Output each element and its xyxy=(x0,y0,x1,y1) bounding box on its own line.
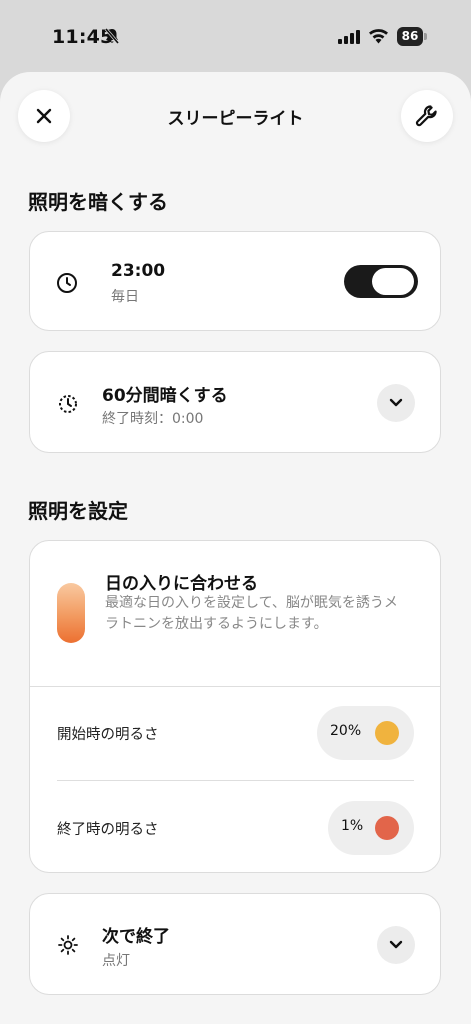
divider xyxy=(30,686,440,687)
battery-level: 86 xyxy=(397,27,423,46)
duration-label: 60分間暗くする xyxy=(102,386,228,406)
end-brightness-label: 終了時の明るさ xyxy=(57,822,159,838)
settings-button[interactable] xyxy=(401,90,453,142)
chevron-down-icon xyxy=(389,398,403,407)
sunset-description: 最適な日の入りを設定して、脳が眠気を誘うメラトニンを放出するようにします。 xyxy=(105,595,398,632)
start-brightness-value: 20% xyxy=(330,723,362,739)
bell-slash-icon xyxy=(104,28,120,44)
light-section-title: 照明を設定 xyxy=(28,499,128,523)
start-brightness-color-dot xyxy=(375,721,399,745)
sleepy-light-sheet: スリーピーライト 照明を暗くする 23:00 毎日 60分間暗くする 終了時刻：… xyxy=(0,72,471,1024)
duration-card[interactable]: 60分間暗くする 終了時刻：0:00 xyxy=(29,351,441,453)
schedule-repeat: 毎日 xyxy=(111,289,139,305)
clock-icon xyxy=(57,273,77,293)
schedule-time: 23:00 xyxy=(111,261,166,281)
status-bar: 11:45 86 xyxy=(0,0,471,72)
end-brightness-picker[interactable]: 1% xyxy=(328,801,414,855)
wifi-icon xyxy=(369,29,388,44)
schedule-card[interactable]: 23:00 毎日 xyxy=(29,231,441,331)
battery-indicator: 86 xyxy=(397,27,428,46)
schedule-toggle[interactable] xyxy=(344,265,418,298)
chevron-down-icon xyxy=(389,940,403,949)
duration-expand-button[interactable] xyxy=(377,384,415,422)
start-brightness-picker[interactable]: 20% xyxy=(317,706,414,760)
wrench-icon xyxy=(415,105,437,127)
timer-icon xyxy=(59,395,77,413)
sunset-title: 日の入りに合わせる xyxy=(105,574,258,594)
end-brightness-value: 1% xyxy=(341,818,364,834)
cellular-signal-icon xyxy=(338,30,360,44)
end-brightness-color-dot xyxy=(375,816,399,840)
next-end-label: 次で終了 xyxy=(102,927,170,947)
divider xyxy=(57,780,414,781)
duration-end-time: 終了時刻：0:00 xyxy=(102,411,204,427)
next-end-expand-button[interactable] xyxy=(377,926,415,964)
start-brightness-label: 開始時の明るさ xyxy=(57,727,159,743)
dim-section-title: 照明を暗くする xyxy=(28,190,168,214)
next-end-value: 点灯 xyxy=(102,953,130,969)
brightness-icon xyxy=(58,935,78,955)
light-settings-card: 日の入りに合わせる 最適な日の入りを設定して、脳が眠気を誘うメラトニンを放出する… xyxy=(29,540,441,873)
next-end-card[interactable]: 次で終了 点灯 xyxy=(29,893,441,995)
sunset-gradient-swatch xyxy=(57,583,85,643)
